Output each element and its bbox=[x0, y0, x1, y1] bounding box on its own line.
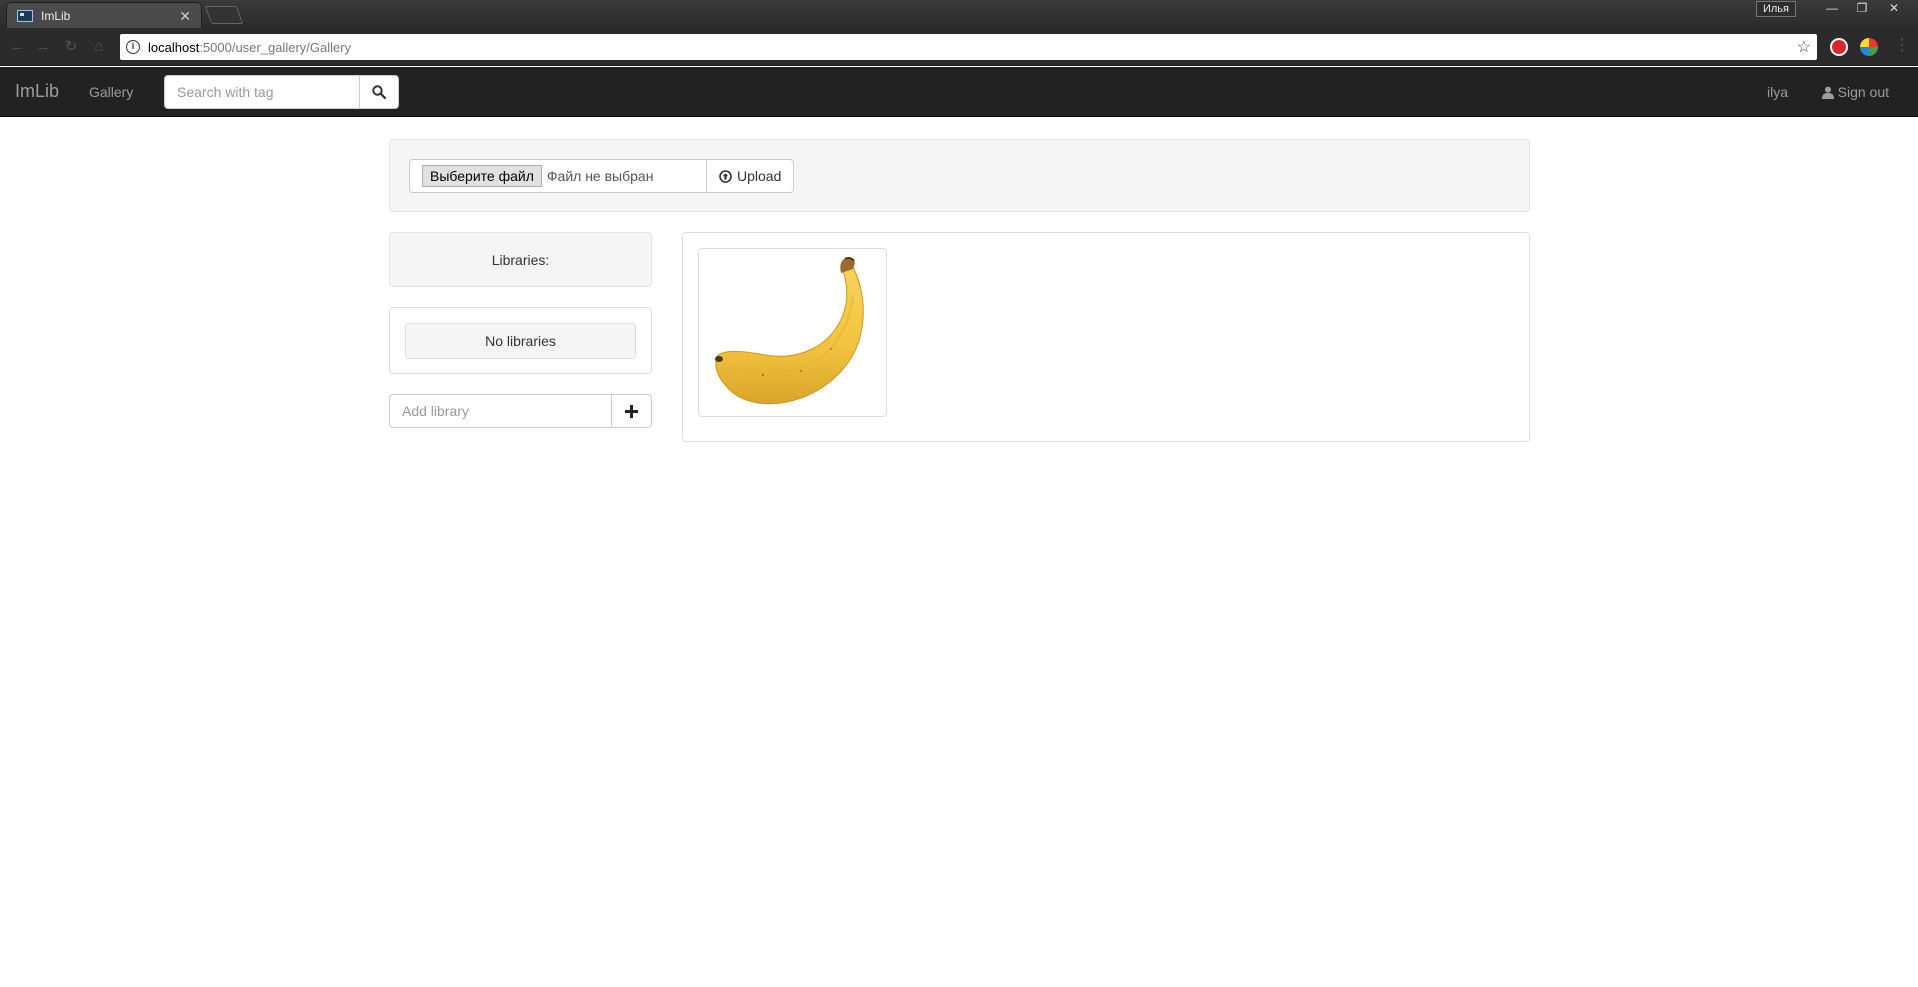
upload-button[interactable]: Upload bbox=[707, 159, 795, 193]
banana-image bbox=[715, 256, 864, 405]
search-button[interactable] bbox=[360, 75, 399, 109]
browser-tabstrip: ImLib ✕ Илья — ❐ ✕ bbox=[0, 0, 1918, 28]
browser-tab[interactable]: ImLib ✕ bbox=[6, 2, 202, 28]
libraries-title: Libraries: bbox=[491, 251, 550, 268]
restore-icon[interactable]: ❐ bbox=[1848, 0, 1876, 18]
search-icon bbox=[372, 85, 386, 99]
upload-label: Upload bbox=[737, 168, 782, 184]
choose-file-button[interactable]: Выберите файл bbox=[422, 165, 542, 187]
minimize-icon[interactable]: — bbox=[1818, 0, 1846, 18]
username-link[interactable]: ilya bbox=[1767, 84, 1788, 100]
upload-form: Выберите файл Файл не выбран Upload bbox=[409, 159, 795, 193]
file-status-text: Файл не выбран bbox=[546, 168, 654, 184]
home-icon[interactable]: ⌂ bbox=[90, 38, 108, 56]
app-navbar: ImLib Gallery ilya Sign out bbox=[0, 67, 1918, 117]
browser-menu-icon[interactable]: ⋮ bbox=[1894, 37, 1910, 55]
url-host: localhost bbox=[148, 39, 200, 55]
libraries-list: No libraries bbox=[389, 307, 652, 374]
page-favicon-icon bbox=[17, 9, 33, 22]
nav-gallery-link[interactable]: Gallery bbox=[89, 84, 133, 100]
window-close-icon[interactable]: ✕ bbox=[1880, 0, 1908, 18]
no-libraries-message: No libraries bbox=[405, 323, 636, 359]
bookmark-star-icon[interactable]: ☆ bbox=[1797, 37, 1811, 57]
brand-link[interactable]: ImLib bbox=[15, 81, 59, 102]
back-arrow-icon[interactable]: ← bbox=[8, 38, 26, 56]
tag-search-input[interactable] bbox=[164, 75, 360, 109]
signout-label: Sign out bbox=[1837, 84, 1889, 100]
tag-search-form bbox=[164, 75, 399, 109]
upload-circle-arrow-icon bbox=[719, 169, 732, 183]
browser-toolbar: ← → ↻ ⌂ i localhost:5000/user_gallery/Ga… bbox=[0, 28, 1918, 66]
plus-icon bbox=[625, 404, 638, 418]
upload-panel: Выберите файл Файл не выбран Upload bbox=[389, 139, 1530, 212]
new-tab-button[interactable] bbox=[204, 6, 244, 24]
close-tab-icon[interactable]: ✕ bbox=[179, 9, 191, 23]
adblock-extension-icon[interactable] bbox=[1830, 38, 1848, 56]
add-library-form bbox=[389, 394, 652, 428]
user-icon bbox=[1821, 86, 1834, 99]
color-extension-icon[interactable] bbox=[1860, 38, 1878, 56]
forward-arrow-icon[interactable]: → bbox=[34, 38, 52, 56]
tab-title: ImLib bbox=[41, 8, 71, 23]
add-library-input[interactable] bbox=[389, 394, 612, 428]
profile-button[interactable]: Илья bbox=[1755, 1, 1796, 17]
info-icon[interactable]: i bbox=[126, 40, 140, 54]
file-input[interactable]: Выберите файл Файл не выбран bbox=[409, 159, 707, 193]
address-bar[interactable]: i localhost:5000/user_gallery/Gallery ☆ bbox=[120, 34, 1817, 60]
url-path: :5000/user_gallery/Gallery bbox=[199, 39, 352, 55]
add-library-button[interactable] bbox=[612, 394, 652, 428]
signout-link[interactable]: Sign out bbox=[1821, 84, 1889, 100]
gallery-thumbnail[interactable] bbox=[698, 248, 887, 417]
reload-icon[interactable]: ↻ bbox=[62, 38, 80, 56]
gallery-panel bbox=[682, 232, 1530, 442]
libraries-header: Libraries: bbox=[389, 232, 652, 287]
